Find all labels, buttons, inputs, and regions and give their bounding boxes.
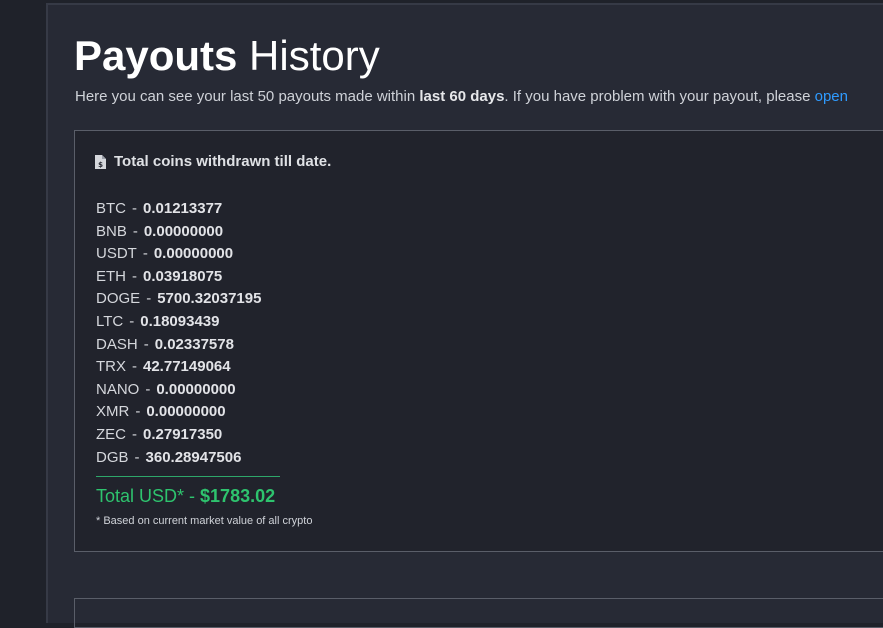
- coin-amount: 0.00000000: [156, 380, 236, 398]
- market-value-footnote: * Based on current market value of all c…: [96, 515, 313, 527]
- coin-separator: -: [132, 267, 137, 285]
- svg-text:$: $: [98, 161, 103, 169]
- coin-symbol: ZEC: [96, 425, 126, 443]
- coin-separator: -: [132, 358, 137, 376]
- coin-row-doge: DOGE -5700.32037195: [96, 288, 261, 311]
- coin-row-trx: TRX -42.77149064: [96, 356, 261, 379]
- coin-amount: 5700.32037195: [157, 290, 262, 308]
- intro-text: Here you can see your last 50 payouts ma…: [75, 87, 848, 107]
- coin-symbol: NANO: [96, 380, 140, 398]
- coin-separator: -: [145, 380, 151, 398]
- coin-separator: -: [143, 335, 149, 353]
- open-ticket-link[interactable]: open: [815, 88, 848, 105]
- page-title-bold: Payouts: [74, 32, 238, 79]
- coin-row-zec: ZEC -0.27917350: [96, 424, 261, 447]
- coin-symbol: ETH: [96, 267, 126, 285]
- coin-row-dgb: DGB -360.28947506: [96, 447, 261, 470]
- coin-amount: 0.18093439: [140, 312, 220, 330]
- coin-amount: 0.02337578: [154, 335, 234, 353]
- coin-separator: -: [146, 290, 152, 308]
- coin-separator: -: [132, 222, 138, 240]
- total-divider: [96, 476, 280, 477]
- summary-heading: $ Total coins withdrawn till date.: [95, 153, 331, 170]
- coin-separator: -: [135, 403, 141, 421]
- coin-amount: 0.27917350: [143, 425, 223, 443]
- coin-symbol: XMR: [96, 403, 130, 421]
- coin-separator: -: [132, 425, 137, 443]
- coin-separator: -: [132, 200, 137, 217]
- document-icon: $: [95, 154, 106, 169]
- coin-row-bnb: BNB -0.00000000: [96, 221, 261, 244]
- coin-row-eth: ETH -0.03918075: [96, 266, 261, 289]
- intro-text-part2: . If you have problem with your payout, …: [504, 88, 815, 105]
- coin-separator: -: [129, 312, 135, 330]
- coin-row-nano: NANO -0.00000000: [96, 379, 261, 402]
- coin-symbol: DASH: [96, 335, 138, 353]
- total-usd-value: $1783.02: [200, 486, 276, 506]
- intro-highlight: last 60 days: [419, 88, 505, 105]
- intro-text-part1: Here you can see your last 50 payouts ma…: [75, 88, 420, 105]
- coin-symbol: BTC: [96, 200, 126, 217]
- page-title: Payouts History: [74, 30, 380, 82]
- coin-symbol: DGB: [96, 448, 129, 466]
- summary-heading-text: Total coins withdrawn till date.: [114, 153, 332, 170]
- coin-amount: 360.28947506: [145, 448, 242, 466]
- coin-symbol: LTC: [96, 312, 124, 330]
- coin-separator: -: [134, 448, 140, 466]
- coin-row-ltc: LTC -0.18093439: [96, 311, 261, 334]
- coin-symbol: DOGE: [96, 290, 141, 308]
- coin-symbol: BNB: [96, 222, 127, 240]
- coin-symbol: TRX: [96, 358, 126, 376]
- coin-amount: 0.01213377: [143, 200, 223, 217]
- coin-amount: 0.00000000: [153, 245, 234, 263]
- coin-amount: 0.00000000: [143, 222, 224, 240]
- coin-amount: 0.00000000: [146, 403, 226, 421]
- coin-amount: 42.77149064: [143, 358, 231, 376]
- coin-separator: -: [142, 245, 148, 263]
- coin-row-xmr: XMR -0.00000000: [96, 401, 261, 424]
- total-usd: Total USD* - $1783.02: [96, 484, 275, 508]
- coin-symbol: USDT: [96, 245, 137, 263]
- coin-row-usdt: USDT -0.00000000: [96, 243, 261, 266]
- withdrawn-summary-card: $ Total coins withdrawn till date. BTC -0…: [74, 130, 883, 552]
- coin-row-dash: DASH -0.02337578: [96, 334, 261, 357]
- coin-list: BTC -0.01213377 BNB -0.00000000 USDT -0.00000…: [96, 198, 261, 469]
- coin-row-btc: BTC -0.01213377: [96, 198, 261, 221]
- total-usd-label: Total USD* -: [96, 486, 201, 506]
- coin-amount: 0.03918075: [143, 267, 223, 285]
- app-background: Payouts History Here you can see your la…: [0, 0, 883, 628]
- page-title-rest: History: [237, 32, 380, 79]
